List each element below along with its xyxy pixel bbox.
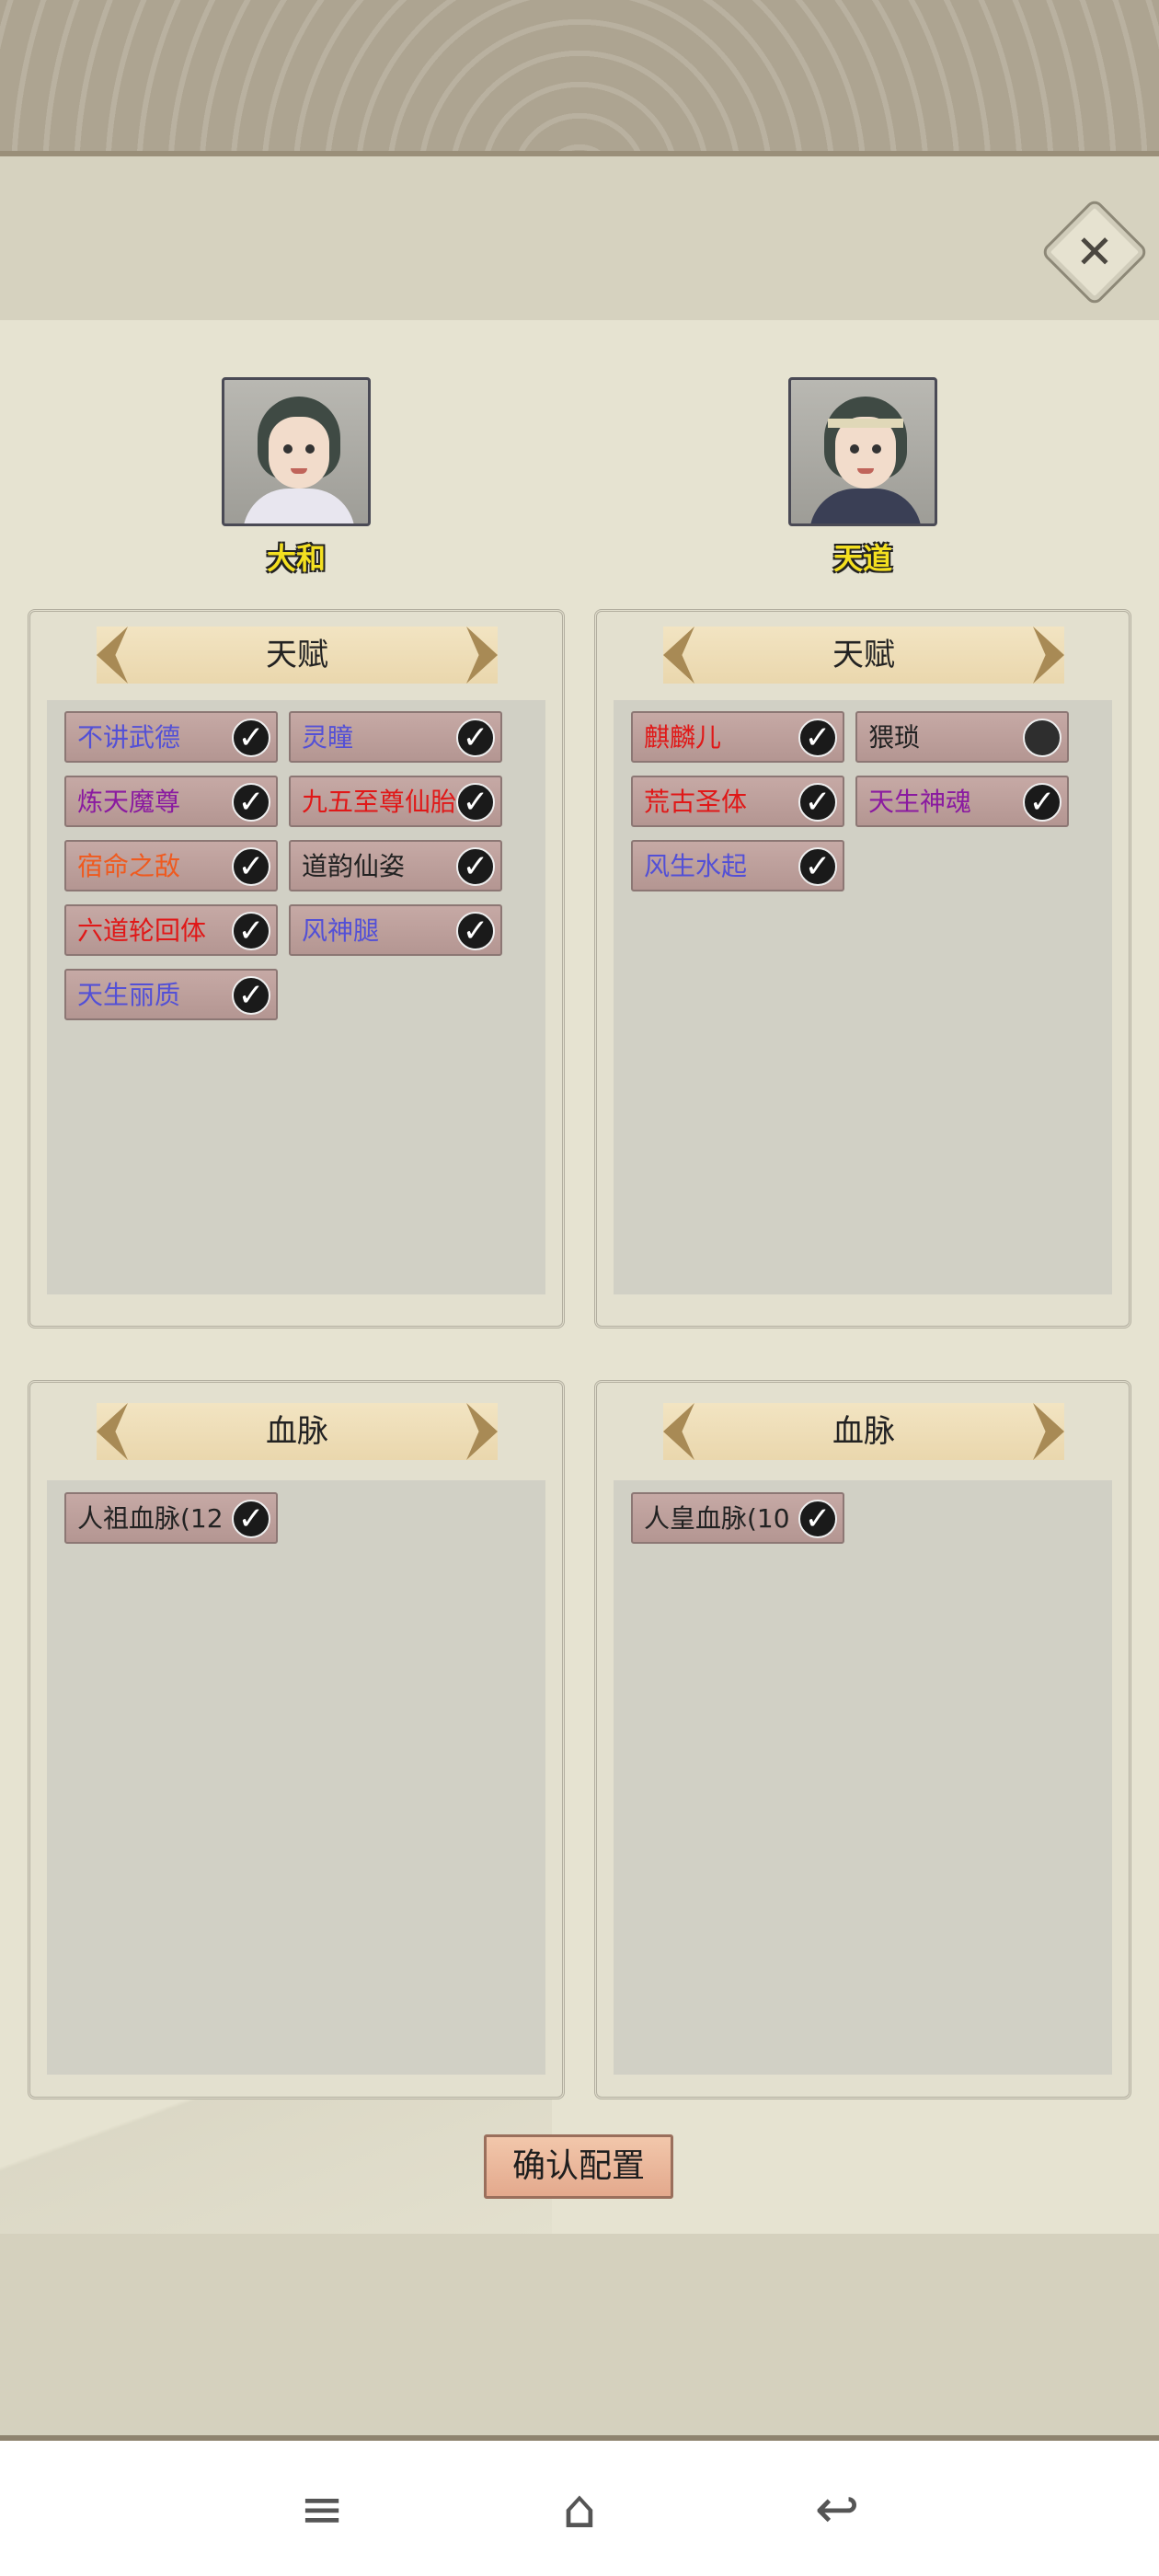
avatar-right[interactable] bbox=[788, 377, 937, 526]
prev-arrow-icon[interactable] bbox=[663, 627, 700, 684]
trait-tag[interactable]: 麒麟儿 ✓ bbox=[631, 711, 844, 763]
checkmark-icon[interactable]: ✓ bbox=[232, 719, 270, 757]
checkmark-icon[interactable]: ✓ bbox=[232, 912, 270, 950]
bloodline-list-left bbox=[47, 1480, 545, 2075]
checkmark-icon[interactable]: ✓ bbox=[456, 847, 495, 886]
talent-title-text: 天赋 bbox=[832, 637, 895, 673]
trait-tag[interactable]: 风神腿 ✓ bbox=[289, 904, 502, 956]
trait-tag[interactable]: 人祖血脉(12 ✓ bbox=[64, 1492, 278, 1544]
checkmark-icon[interactable]: ✓ bbox=[232, 783, 270, 822]
talent-title-right: 天赋 bbox=[663, 627, 1064, 684]
trait-label: 灵瞳 bbox=[302, 722, 354, 753]
trait-label: 炼天魔尊 bbox=[77, 787, 181, 817]
checkmark-icon[interactable]: ✓ bbox=[798, 783, 837, 822]
back-icon[interactable]: ↩ bbox=[805, 2481, 869, 2536]
prev-arrow-icon[interactable] bbox=[97, 1403, 133, 1460]
bloodline-title-text: 血脉 bbox=[266, 1413, 328, 1450]
unchecked-circle-icon[interactable]: ✓ bbox=[1023, 719, 1061, 757]
next-arrow-icon[interactable] bbox=[1027, 627, 1064, 684]
character-name-left: 大和 bbox=[266, 541, 326, 576]
trait-label: 九五至尊仙胎 bbox=[302, 787, 457, 817]
home-icon[interactable]: ⌂ bbox=[547, 2481, 612, 2536]
talent-title-text: 天赋 bbox=[266, 637, 328, 673]
prev-arrow-icon[interactable] bbox=[663, 1403, 700, 1460]
trait-tag[interactable]: 天生神魂 ✓ bbox=[855, 776, 1069, 827]
bloodline-title-left: 血脉 bbox=[97, 1403, 498, 1460]
trait-tag[interactable]: 天生丽质 ✓ bbox=[64, 969, 278, 1020]
checkmark-icon[interactable]: ✓ bbox=[798, 847, 837, 886]
checkmark-icon[interactable]: ✓ bbox=[1023, 783, 1061, 822]
trait-label: 荒古圣体 bbox=[644, 787, 748, 817]
checkmark-icon[interactable]: ✓ bbox=[456, 912, 495, 950]
trait-label: 不讲武德 bbox=[77, 722, 181, 753]
next-arrow-icon[interactable] bbox=[1027, 1403, 1064, 1460]
trait-tag[interactable]: 灵瞳 ✓ bbox=[289, 711, 502, 763]
checkmark-icon[interactable]: ✓ bbox=[232, 1500, 270, 1538]
checkmark-icon[interactable]: ✓ bbox=[456, 719, 495, 757]
checkmark-icon[interactable]: ✓ bbox=[798, 719, 837, 757]
avatar-left[interactable] bbox=[222, 377, 371, 526]
trait-label: 道韵仙姿 bbox=[302, 851, 406, 881]
trait-tag[interactable]: 人皇血脉(10 ✓ bbox=[631, 1492, 844, 1544]
next-arrow-icon[interactable] bbox=[461, 627, 498, 684]
confirm-config-button[interactable]: 确认配置 bbox=[484, 2134, 673, 2199]
trait-tag[interactable]: 猥琐 ✓ bbox=[855, 711, 1069, 763]
trait-tag[interactable]: 风生水起 ✓ bbox=[631, 840, 844, 891]
checkmark-icon[interactable]: ✓ bbox=[456, 783, 495, 822]
trait-label: 风神腿 bbox=[302, 915, 380, 946]
prev-arrow-icon[interactable] bbox=[97, 627, 133, 684]
trait-tag[interactable]: 荒古圣体 ✓ bbox=[631, 776, 844, 827]
checkmark-icon[interactable]: ✓ bbox=[798, 1500, 837, 1538]
checkmark-icon[interactable]: ✓ bbox=[232, 976, 270, 1015]
trait-tag[interactable]: 炼天魔尊 ✓ bbox=[64, 776, 278, 827]
trait-label: 人祖血脉(12 bbox=[77, 1503, 224, 1534]
talent-title-left: 天赋 bbox=[97, 627, 498, 684]
trait-label: 风生水起 bbox=[644, 851, 748, 881]
trait-label: 天生神魂 bbox=[868, 787, 972, 817]
menu-icon[interactable]: ≡ bbox=[290, 2481, 354, 2536]
trait-label: 宿命之敌 bbox=[77, 851, 181, 881]
checkmark-icon[interactable]: ✓ bbox=[232, 847, 270, 886]
trait-label: 猥琐 bbox=[868, 722, 921, 753]
bloodline-title-right: 血脉 bbox=[663, 1403, 1064, 1460]
character-name-right: 天道 bbox=[832, 541, 892, 576]
trait-tag[interactable]: 六道轮回体 ✓ bbox=[64, 904, 278, 956]
trait-label: 麒麟儿 bbox=[644, 722, 722, 753]
trait-tag[interactable]: 道韵仙姿 ✓ bbox=[289, 840, 502, 891]
close-icon: ✕ bbox=[1075, 225, 1114, 279]
next-arrow-icon[interactable] bbox=[461, 1403, 498, 1460]
trait-label: 六道轮回体 bbox=[77, 915, 207, 946]
bloodline-panel-right: 血脉 bbox=[594, 1380, 1131, 2099]
trait-label: 人皇血脉(10 bbox=[644, 1503, 790, 1534]
trait-label: 天生丽质 bbox=[77, 980, 181, 1010]
bloodline-panel-left: 血脉 bbox=[28, 1380, 565, 2099]
bloodline-list-right bbox=[614, 1480, 1112, 2075]
bottom-bar bbox=[0, 2234, 1159, 2441]
top-decoration bbox=[0, 0, 1159, 156]
trait-tag[interactable]: 不讲武德 ✓ bbox=[64, 711, 278, 763]
header-bar bbox=[0, 156, 1159, 320]
trait-tag[interactable]: 宿命之敌 ✓ bbox=[64, 840, 278, 891]
bloodline-title-text: 血脉 bbox=[832, 1413, 895, 1450]
trait-tag[interactable]: 九五至尊仙胎 ✓ bbox=[289, 776, 502, 827]
